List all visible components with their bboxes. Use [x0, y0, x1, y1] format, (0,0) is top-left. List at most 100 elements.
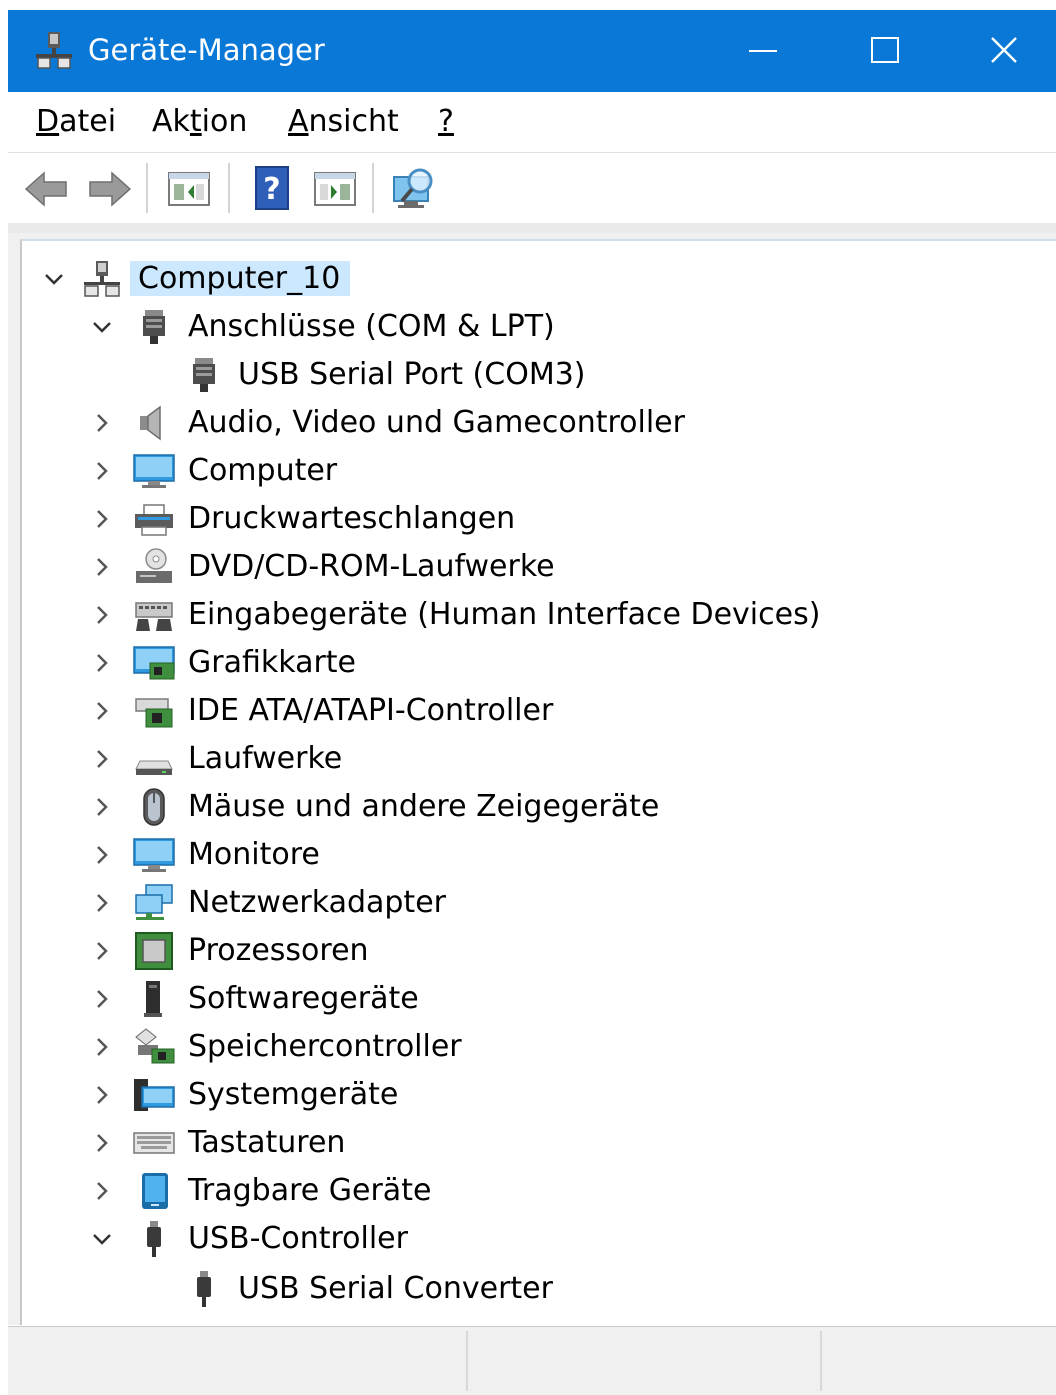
window-title: Geräte-Manager	[88, 33, 325, 67]
storage-controller-icon	[135, 1028, 175, 1064]
tree-node-audio[interactable]: Audio, Video und Gamecontroller	[22, 399, 722, 447]
chevron-right-icon	[97, 894, 108, 912]
chevron-right-icon	[97, 510, 108, 528]
minimize-icon	[749, 50, 777, 52]
tree-node-label: Computer	[188, 453, 338, 488]
tree-node-display-adapters[interactable]: Grafikkarte	[22, 639, 622, 687]
help-icon: ?	[255, 166, 289, 210]
tree-node-system-devices[interactable]: Systemgeräte	[22, 1071, 622, 1119]
device-manager-icon	[34, 30, 74, 70]
tree-node-label: Druckwarteschlangen	[188, 501, 516, 536]
tree-node-monitors[interactable]: Monitore	[22, 831, 622, 879]
title-bar[interactable]: Geräte-Manager	[8, 10, 1056, 92]
computer-network-icon	[84, 261, 120, 297]
close-button[interactable]	[944, 10, 1056, 92]
portable-device-icon	[142, 1173, 168, 1209]
tree-node-label: Netzwerkadapter	[188, 885, 446, 920]
back-arrow-icon	[24, 171, 67, 207]
tree-node-ports[interactable]: Anschlüsse (COM & LPT)	[22, 303, 622, 351]
keyboard-icon	[133, 1132, 175, 1154]
system-devices-icon	[134, 1079, 175, 1111]
forward-button[interactable]	[82, 163, 134, 215]
monitor-icon	[133, 838, 175, 872]
tree-node-network[interactable]: Netzwerkadapter	[22, 879, 622, 927]
tree-leaf-usb-serial-converter[interactable]: USB Serial Converter	[22, 1265, 622, 1313]
menu-aktion[interactable]: Aktion	[152, 104, 247, 140]
ide-controller-icon	[135, 698, 173, 728]
network-adapter-icon	[135, 884, 173, 920]
chevron-right-icon	[97, 702, 108, 720]
port-icon	[143, 310, 165, 344]
scan-hardware-icon	[393, 168, 433, 208]
chevron-right-icon	[97, 846, 108, 864]
tree-node-ide[interactable]: IDE ATA/ATAPI-Controller	[22, 687, 622, 735]
chevron-right-icon	[97, 990, 108, 1008]
maximize-button[interactable]	[824, 10, 946, 92]
toolbar-separator	[228, 163, 230, 213]
tree-leaf-usb-serial-port[interactable]: USB Serial Port (COM3)	[22, 351, 622, 399]
tree-node-label: Softwaregeräte	[188, 981, 419, 1016]
tree-node-keyboards[interactable]: Tastaturen	[22, 1119, 622, 1167]
chevron-right-icon	[97, 942, 108, 960]
toolbar-separator	[146, 163, 148, 213]
tree-node-label: Tastaturen	[188, 1125, 346, 1160]
dvd-drive-icon	[136, 548, 172, 583]
chevron-down-icon	[93, 322, 111, 333]
menu-datei[interactable]: Datei	[36, 104, 116, 140]
device-tree[interactable]: Computer_10 Anschlüsse (COM & LPT) USB S…	[20, 239, 1056, 1325]
chevron-down-icon	[93, 1234, 111, 1245]
tree-node-label: Tragbare Geräte	[188, 1173, 432, 1208]
update-driver-button[interactable]	[310, 163, 362, 215]
tree-node-label: USB-Controller	[188, 1221, 408, 1256]
tree-node-print-queues[interactable]: Druckwarteschlangen	[22, 495, 622, 543]
tree-node-label: Anschlüsse (COM & LPT)	[188, 309, 555, 344]
forward-arrow-icon	[89, 171, 132, 207]
chevron-right-icon	[97, 1182, 108, 1200]
chevron-right-icon	[97, 606, 108, 624]
chevron-down-icon	[45, 274, 63, 285]
printer-icon	[135, 504, 173, 536]
tree-node-label: Systemgeräte	[188, 1077, 399, 1112]
tree-node-label: Speichercontroller	[188, 1029, 462, 1064]
tree-root-label: Computer_10	[130, 261, 351, 296]
properties-button[interactable]	[164, 163, 216, 215]
chevron-right-icon	[97, 462, 108, 480]
port-icon	[193, 358, 215, 392]
tree-node-usb-controllers[interactable]: USB-Controller	[22, 1215, 622, 1263]
menu-bar: Datei Aktion Ansicht ?	[8, 92, 1056, 153]
tree-leaf-label: USB Serial Port (COM3)	[238, 357, 586, 392]
status-pane	[8, 1331, 468, 1391]
tree-node-hid[interactable]: Eingabegeräte (Human Interface Devices)	[22, 591, 822, 639]
maximize-icon	[871, 37, 899, 63]
tree-node-storage-controllers[interactable]: Speichercontroller	[22, 1023, 622, 1071]
tree-node-label: Grafikkarte	[188, 645, 357, 680]
tree-leaf-label: USB Serial Converter	[238, 1271, 553, 1306]
tree-node-label: Eingabegeräte (Human Interface Devices)	[188, 597, 821, 632]
menu-help[interactable]: ?	[438, 104, 454, 140]
back-button[interactable]	[22, 163, 74, 215]
chevron-right-icon	[97, 654, 108, 672]
tree-node-processors[interactable]: Prozessoren	[22, 927, 622, 975]
toolbar: ?	[8, 153, 1056, 223]
menu-ansicht[interactable]: Ansicht	[288, 104, 399, 140]
tree-node-disk-drives[interactable]: Laufwerke	[22, 735, 622, 783]
chevron-right-icon	[97, 1038, 108, 1056]
chevron-right-icon	[97, 414, 108, 432]
scan-hardware-button[interactable]	[390, 163, 442, 215]
tree-node-label: Monitore	[188, 837, 320, 872]
tree-node-software-devices[interactable]: Softwaregeräte	[22, 975, 622, 1023]
tree-node-portable-devices[interactable]: Tragbare Geräte	[22, 1167, 622, 1215]
tree-root-computer[interactable]: Computer_10	[22, 255, 422, 303]
tree-node-dvd[interactable]: DVD/CD-ROM-Laufwerke	[22, 543, 622, 591]
properties-icon	[168, 172, 210, 206]
svg-text:?: ?	[263, 172, 280, 207]
tree-node-mice[interactable]: Mäuse und andere Zeigegeräte	[22, 783, 722, 831]
device-manager-window: Geräte-Manager Datei Aktion Ansicht ? ? …	[8, 10, 1056, 1395]
tree-node-computer[interactable]: Computer	[22, 447, 622, 495]
help-button[interactable]: ?	[246, 163, 298, 215]
status-pane	[468, 1331, 822, 1391]
status-bar	[8, 1326, 1056, 1395]
minimize-button[interactable]	[702, 10, 824, 92]
toolbar-separator	[372, 163, 374, 213]
mouse-icon	[143, 788, 165, 826]
